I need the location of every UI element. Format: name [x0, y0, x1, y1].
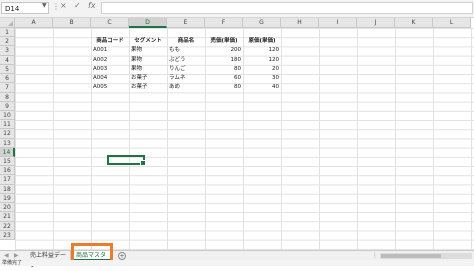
row-header-3[interactable]: 3	[0, 46, 15, 56]
header-product-code[interactable]: 商品コード	[93, 37, 127, 46]
header-sale-price[interactable]: 売価(単価)	[207, 37, 241, 46]
row-header-5[interactable]: 5	[0, 64, 15, 75]
column-header-i[interactable]: I	[319, 18, 357, 28]
column-header-h[interactable]: H	[281, 18, 319, 28]
header-cost-price[interactable]: 原価(単価)	[245, 37, 279, 46]
chevron-down-icon[interactable]: ▼	[42, 2, 47, 9]
column-header-e[interactable]: E	[167, 18, 205, 28]
cell-cost-price[interactable]: 120	[245, 46, 280, 55]
select-all-button[interactable]	[0, 18, 15, 28]
row-header-2[interactable]: 2	[0, 37, 15, 47]
cell-product-code[interactable]: A004	[93, 74, 127, 83]
cell-sale-price[interactable]: 80	[207, 83, 241, 92]
cell-cost-price[interactable]: 120	[245, 56, 280, 65]
cell-cost-price[interactable]: 20	[245, 65, 279, 74]
row-header-11[interactable]: 11	[0, 120, 15, 130]
cell-sale-price[interactable]: 200	[207, 46, 242, 55]
cell-product-code[interactable]: A002	[93, 56, 127, 65]
row-header-7[interactable]: 7	[0, 83, 15, 93]
row-header-12[interactable]: 12	[0, 129, 15, 139]
row-header-6[interactable]: 6	[0, 74, 15, 84]
header-segment[interactable]: セグメント	[131, 37, 165, 46]
cancel-icon[interactable]: ×	[60, 1, 67, 10]
cell-product-name[interactable]: ぶどう	[169, 56, 203, 65]
cell-cost-price[interactable]: 40	[245, 83, 279, 92]
row-header-22[interactable]: 22	[0, 221, 15, 231]
cell-product-code[interactable]: A001	[93, 46, 127, 55]
cell-segment[interactable]: お菓子	[131, 74, 165, 83]
horizontal-scrollbar[interactable]	[380, 253, 472, 259]
row-header-23[interactable]: 23	[0, 230, 15, 240]
cell-product-code[interactable]: A005	[93, 83, 127, 92]
scroll-thumb[interactable]	[381, 254, 441, 258]
cell-product-name[interactable]: ラムネ	[169, 74, 203, 83]
row-header-8[interactable]: 8	[0, 92, 15, 102]
column-header-a[interactable]: A	[15, 18, 53, 28]
row-header-18[interactable]: 18	[0, 184, 15, 194]
formula-input[interactable]	[101, 2, 473, 14]
row-header-19[interactable]: 19	[0, 193, 15, 204]
row-header-13[interactable]: 13	[0, 138, 15, 148]
row-header-17[interactable]: 17	[0, 175, 15, 185]
row-header-14[interactable]: 14	[0, 147, 15, 158]
row-header-15[interactable]: 15	[0, 157, 15, 167]
add-sheet-button[interactable]: +	[118, 252, 126, 260]
cell-product-name[interactable]: りんご	[169, 65, 203, 74]
more-icon: ⋮	[52, 2, 60, 11]
cell-sale-price[interactable]: 60	[207, 74, 241, 83]
cell-segment[interactable]: 果物	[131, 46, 165, 55]
column-header-g[interactable]: G	[243, 18, 281, 28]
header-product-name[interactable]: 商品名	[169, 37, 203, 46]
column-header-b[interactable]: B	[53, 18, 91, 28]
column-header-j[interactable]: J	[357, 18, 395, 28]
cell-segment[interactable]: お菓子	[131, 83, 165, 92]
cell-product-name[interactable]: あめ	[169, 83, 203, 92]
cell-product-name[interactable]: もも	[169, 46, 203, 55]
select-all-icon	[8, 21, 13, 26]
column-header-f[interactable]: F	[205, 18, 243, 28]
row-header-20[interactable]: 20	[0, 203, 15, 213]
worksheet[interactable]: ABCDEFGHIJKL 1 2 3 4 5 6 7 8 9 10 11 12 13 14 15 16 17 18…	[0, 18, 474, 250]
cell-sale-price[interactable]: 180	[207, 56, 242, 65]
status-text: 準備完了	[2, 260, 23, 266]
formula-bar: D14 ▼ ⋮ × ✓ fx	[0, 0, 474, 18]
column-header-d[interactable]: D	[129, 18, 167, 28]
fill-handle[interactable]	[140, 160, 146, 166]
column-header-l[interactable]: L	[433, 18, 471, 28]
row-header-16[interactable]: 16	[0, 166, 15, 176]
row-header-1[interactable]: 1	[0, 28, 15, 38]
enter-icon[interactable]: ✓	[74, 1, 81, 10]
row-header-21[interactable]: 21	[0, 212, 15, 222]
selected-cell[interactable]	[107, 155, 146, 166]
cell-product-code[interactable]: A003	[93, 65, 127, 74]
fx-icon[interactable]: fx	[88, 1, 96, 10]
row-header-4[interactable]: 4	[0, 55, 15, 65]
cell-cost-price[interactable]: 30	[245, 74, 279, 83]
column-header-k[interactable]: K	[395, 18, 433, 28]
status-bar: 準備完了	[0, 260, 474, 266]
row-header-10[interactable]: 10	[0, 110, 15, 121]
column-header-c[interactable]: C	[91, 18, 129, 28]
cell-sale-price[interactable]: 80	[207, 65, 241, 74]
row-header-9[interactable]: 9	[0, 101, 15, 111]
cell-segment[interactable]: 果物	[131, 65, 165, 74]
cell-segment[interactable]: 果物	[131, 56, 165, 65]
